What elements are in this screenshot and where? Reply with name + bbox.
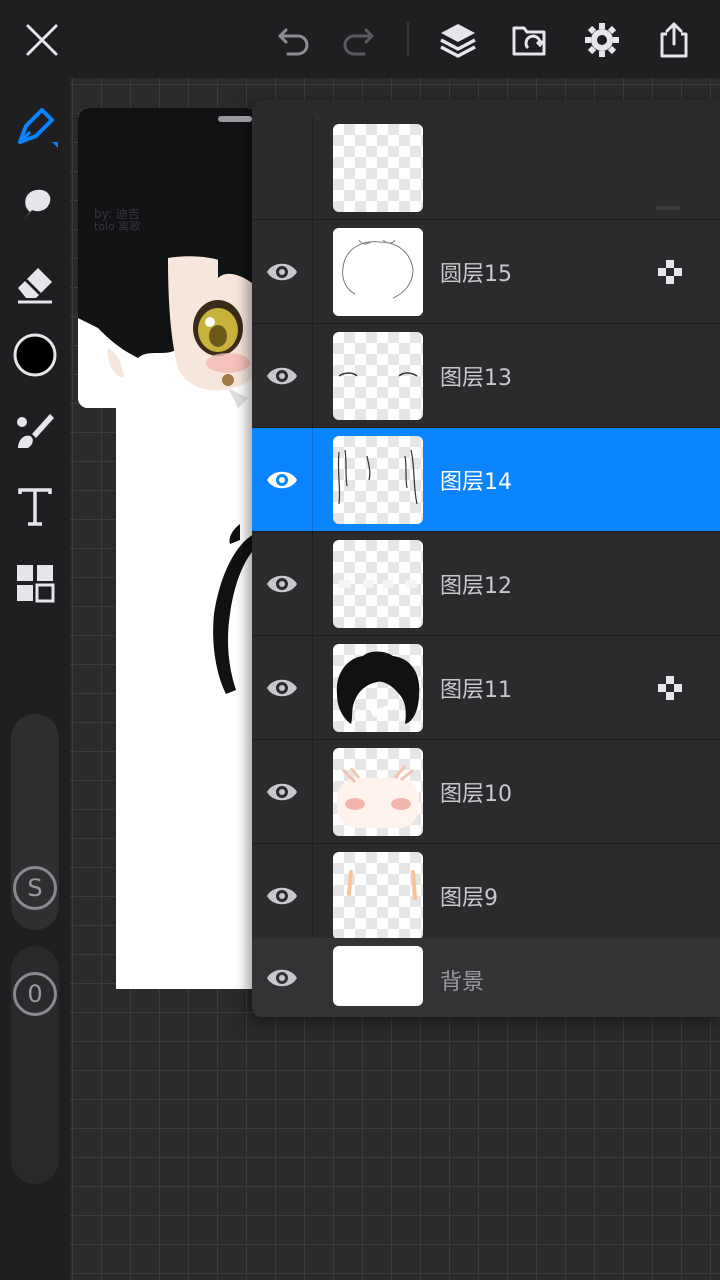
layer-name: 图层11 <box>440 678 512 703</box>
layer-name: 图层10 <box>440 782 512 807</box>
gallery-button[interactable] <box>504 14 556 66</box>
settings-button[interactable] <box>576 14 628 66</box>
opacity-slider[interactable]: 0 <box>11 946 59 1184</box>
eraser-icon <box>18 268 52 304</box>
layers-button[interactable] <box>432 14 484 66</box>
close-button[interactable] <box>16 14 68 66</box>
layer-thumbnail <box>333 124 423 212</box>
layer-name: 背景 <box>440 970 485 995</box>
opacity-slider-knob[interactable]: 0 <box>13 972 57 1016</box>
layer-thumbnail <box>333 436 423 524</box>
layer-row-14-selected[interactable]: 图层14 <box>252 428 720 532</box>
layer-name: 图层14 <box>440 470 512 495</box>
layer-name: 图层12 <box>440 574 512 599</box>
redo-icon <box>343 28 374 56</box>
share-icon <box>660 22 688 58</box>
alpha-lock-indicator-icon <box>658 260 682 284</box>
artboard[interactable] <box>116 404 256 989</box>
toolbar-divider <box>407 22 409 56</box>
gallery-icon <box>512 26 546 56</box>
artwork-hair-stroke <box>213 524 254 694</box>
reference-character-art: by: 迪吉 tolo 离歌 <box>78 108 258 408</box>
text-icon <box>18 488 52 526</box>
layer-name: 图层9 <box>440 886 498 911</box>
top-toolbar <box>0 0 720 78</box>
layer-name: 图层13 <box>440 366 512 391</box>
eye-icon[interactable] <box>264 462 300 498</box>
layer-thumbnail <box>333 540 423 628</box>
smudge-icon <box>22 189 51 222</box>
layer-thumbnail <box>333 852 423 940</box>
layer-thumbnail <box>333 748 423 836</box>
eye-icon[interactable] <box>264 566 300 602</box>
eye-icon[interactable] <box>264 670 300 706</box>
alpha-lock-indicator-icon <box>658 676 682 700</box>
gear-icon <box>585 23 619 57</box>
redo-button[interactable] <box>332 14 384 66</box>
more-tools-button[interactable] <box>8 556 62 610</box>
layer-thumbnail <box>333 332 423 420</box>
brush-icon <box>17 414 54 448</box>
undo-button[interactable] <box>268 14 320 66</box>
share-button[interactable] <box>648 14 700 66</box>
close-icon <box>26 24 58 56</box>
undo-icon <box>278 28 309 56</box>
brush-tool-button[interactable] <box>8 404 62 458</box>
eye-icon[interactable] <box>264 774 300 810</box>
layer-row-11[interactable]: 图层11 <box>252 636 720 740</box>
layer-row-13[interactable]: 图层13 <box>252 324 720 428</box>
layers-panel: 圆层15 图层13 图层14 图层12 图层11 图层10 图层9 背景 <box>252 100 720 1018</box>
color-swatch <box>13 333 57 377</box>
background-color-thumbnail <box>333 946 423 1006</box>
size-slider-knob[interactable]: S <box>13 866 57 910</box>
eye-icon[interactable] <box>264 878 300 914</box>
grid-icon <box>17 565 55 603</box>
eraser-tool-button[interactable] <box>8 256 62 310</box>
watermark-line-1: by: 迪吉 <box>94 207 140 221</box>
layer-row-partial[interactable] <box>252 116 720 220</box>
tool-sidebar: S 0 <box>0 78 70 1280</box>
brush-size-slider[interactable]: S <box>11 714 59 930</box>
layer-row-9[interactable]: 图层9 <box>252 844 720 948</box>
layer-thumbnail <box>333 644 423 732</box>
pen-tool-icon <box>18 108 58 148</box>
layer-row-15[interactable]: 圆层15 <box>252 220 720 324</box>
smudge-tool-button[interactable] <box>8 178 62 232</box>
color-swatch-button[interactable] <box>8 328 62 382</box>
text-tool-button[interactable] <box>8 480 62 534</box>
eye-icon[interactable] <box>264 254 300 290</box>
layer-list[interactable]: 圆层15 图层13 图层14 图层12 图层11 图层10 图层9 背景 <box>252 116 720 1018</box>
eye-icon[interactable] <box>264 960 300 996</box>
layer-row-12[interactable]: 图层12 <box>252 532 720 636</box>
layer-thumbnail <box>333 228 423 316</box>
eye-icon[interactable] <box>264 358 300 394</box>
layer-row-10[interactable]: 图层10 <box>252 740 720 844</box>
layers-icon <box>440 24 476 58</box>
drawing-app: S 0 by: 迪吉 tolo 离歌 圆层15 图层13 图层14 图层12 图… <box>0 0 720 1280</box>
watermark-line-2: tolo 离歌 <box>94 219 140 233</box>
pen-tool-button[interactable] <box>8 100 62 154</box>
layer-name: 圆层15 <box>440 262 512 287</box>
reference-image[interactable]: by: 迪吉 tolo 离歌 <box>78 108 258 408</box>
layer-row-background[interactable]: 背景 <box>252 938 720 1018</box>
panel-drag-handle[interactable] <box>218 116 252 122</box>
